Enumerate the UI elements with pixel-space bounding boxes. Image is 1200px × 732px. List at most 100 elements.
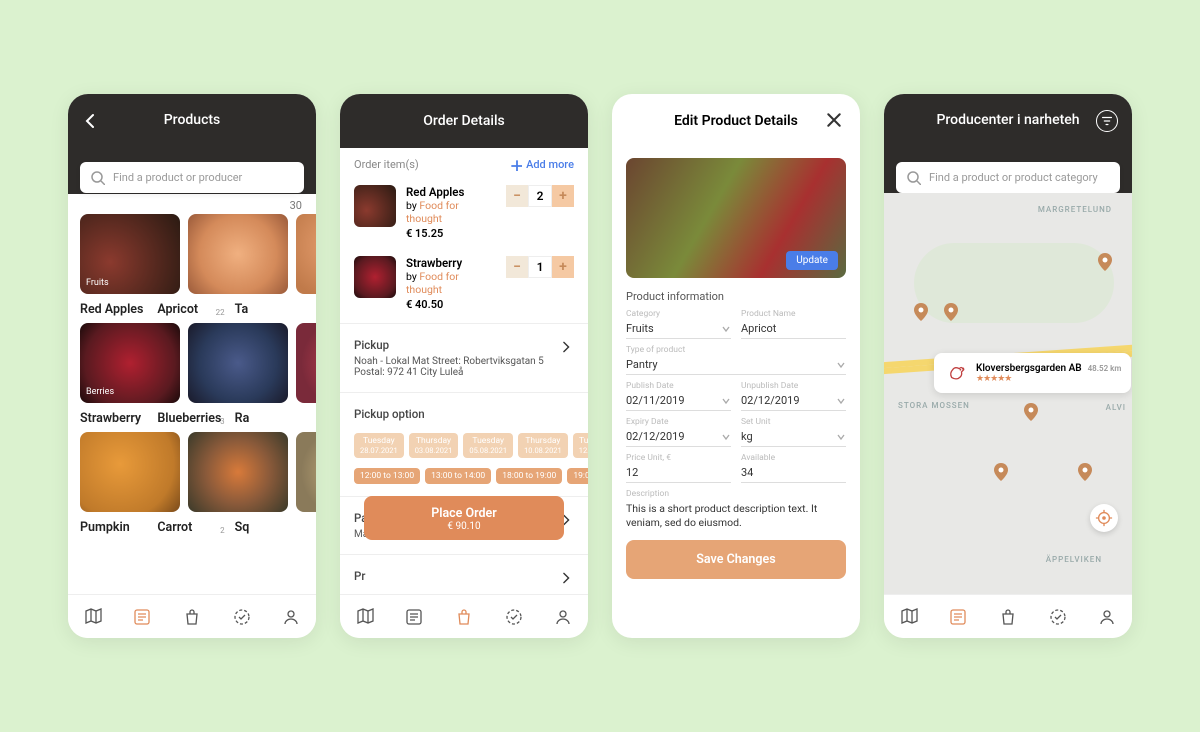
item-image bbox=[354, 185, 396, 227]
nav-bag-icon[interactable] bbox=[454, 607, 474, 627]
result-count: 30 bbox=[68, 193, 316, 214]
map-pin[interactable] bbox=[1024, 403, 1038, 421]
place-order-button[interactable]: Place Order € 90.10 bbox=[364, 496, 564, 540]
area-label: STORA MOSSEN bbox=[898, 401, 970, 410]
product-card[interactable]: Berries bbox=[80, 323, 180, 403]
save-changes-button[interactable]: Save Changes bbox=[626, 540, 846, 579]
edit-content: Update Product information Category Frui… bbox=[612, 148, 860, 638]
publish-date-field[interactable]: Publish Date 02/11/2019 bbox=[626, 381, 731, 411]
product-card[interactable] bbox=[188, 432, 288, 512]
map-pin[interactable] bbox=[944, 303, 958, 321]
qty-plus[interactable]: + bbox=[552, 185, 574, 207]
time-chip[interactable]: 13:00 to 14:00 bbox=[425, 468, 491, 484]
qty-value: 2 bbox=[528, 185, 552, 207]
time-chips: 12:00 to 13:00 13:00 to 14:00 18:00 to 1… bbox=[340, 464, 588, 488]
product-card[interactable] bbox=[296, 323, 316, 403]
back-button[interactable] bbox=[82, 112, 100, 130]
plus-icon bbox=[510, 159, 522, 171]
search-bar[interactable]: Find a product or producer bbox=[80, 162, 304, 193]
nav-map-icon[interactable] bbox=[355, 607, 375, 627]
pickup-section[interactable]: Pickup Noah - Lokal Mat Street: Robertvi… bbox=[340, 328, 588, 388]
map-pin[interactable] bbox=[1098, 253, 1112, 271]
screen-edit-product: Edit Product Details Update Product info… bbox=[612, 94, 860, 638]
date-chip[interactable]: Tuesday28.07.2021 bbox=[354, 433, 404, 458]
chevron-right-icon bbox=[560, 571, 574, 588]
unpublish-date-field[interactable]: Unpublish Date 02/12/2019 bbox=[741, 381, 846, 411]
nav-badge-icon[interactable] bbox=[232, 607, 252, 627]
quantity-stepper: − 1 + bbox=[506, 256, 574, 278]
qty-plus[interactable]: + bbox=[552, 256, 574, 278]
chevron-down-icon bbox=[721, 432, 731, 442]
nav-user-icon[interactable] bbox=[1097, 607, 1117, 627]
qty-minus[interactable]: − bbox=[506, 185, 528, 207]
area-label: ÄPPELVIKEN bbox=[1046, 555, 1102, 564]
category-field[interactable]: Category Fruits bbox=[626, 309, 731, 339]
expiry-date-field[interactable]: Expiry Date 02/12/2019 bbox=[626, 417, 731, 447]
product-label: Sq bbox=[235, 520, 304, 535]
update-button[interactable]: Update bbox=[786, 251, 838, 270]
map-pin[interactable] bbox=[994, 463, 1008, 481]
chevron-right-icon bbox=[560, 340, 574, 357]
product-card[interactable]: Fruits bbox=[80, 214, 180, 294]
order-items-label: Order item(s) bbox=[354, 158, 419, 171]
item-price: € 15.25 bbox=[406, 227, 496, 240]
order-item: Red Apples by Food for thought € 15.25 −… bbox=[340, 177, 588, 248]
search-bar[interactable]: Find a product or product category bbox=[896, 162, 1120, 193]
producer-card[interactable]: Kloversbergsgarden AB48.52 km ★★★★★ bbox=[934, 353, 1131, 393]
date-chips: Tuesday28.07.2021 Thursday03.08.2021 Tue… bbox=[340, 429, 588, 462]
producer-distance: 48.52 km bbox=[1088, 364, 1122, 373]
nav-badge-icon[interactable] bbox=[1048, 607, 1068, 627]
product-card[interactable] bbox=[188, 323, 288, 403]
type-field[interactable]: Type of product Pantry bbox=[626, 345, 846, 375]
product-label: Strawberry bbox=[80, 411, 149, 426]
add-more-button[interactable]: Add more bbox=[510, 158, 574, 171]
product-card[interactable] bbox=[188, 214, 288, 294]
map-pin[interactable] bbox=[1078, 463, 1092, 481]
rating-stars: ★★★★★ bbox=[976, 374, 1121, 384]
page-title: Products bbox=[164, 112, 221, 128]
name-field[interactable]: Product Name Apricot bbox=[741, 309, 846, 339]
nav-badge-icon[interactable] bbox=[504, 607, 524, 627]
available-field[interactable]: Available 34 bbox=[741, 453, 846, 483]
close-button[interactable] bbox=[826, 112, 842, 128]
time-chip[interactable]: 18:00 to 19:00 bbox=[496, 468, 562, 484]
nav-map-icon[interactable] bbox=[899, 607, 919, 627]
nav-list-icon[interactable] bbox=[132, 607, 152, 627]
date-chip[interactable]: Thursday10.08.2021 bbox=[518, 433, 568, 458]
product-card[interactable] bbox=[296, 432, 316, 512]
pickup-option-label: Pickup option bbox=[354, 407, 574, 421]
map-pin[interactable] bbox=[914, 303, 928, 321]
date-chip[interactable]: Thursday03.08.2021 bbox=[409, 433, 459, 458]
search-placeholder: Find a product or product category bbox=[929, 171, 1098, 184]
chevron-down-icon bbox=[836, 360, 846, 370]
time-chip[interactable]: 12:00 to 13:00 bbox=[354, 468, 420, 484]
filter-button[interactable] bbox=[1096, 110, 1118, 132]
date-chip[interactable]: Tues12.08 bbox=[573, 433, 588, 458]
nav-user-icon[interactable] bbox=[281, 607, 301, 627]
locate-button[interactable] bbox=[1090, 504, 1118, 532]
product-card[interactable] bbox=[80, 432, 180, 512]
nav-map-icon[interactable] bbox=[83, 607, 103, 627]
description-text[interactable]: This is a short product description text… bbox=[612, 502, 860, 530]
description-label: Description bbox=[626, 489, 846, 499]
promo-section[interactable]: Pr bbox=[340, 559, 588, 594]
nav-user-icon[interactable] bbox=[553, 607, 573, 627]
quantity-stepper: − 2 + bbox=[506, 185, 574, 207]
nav-bag-icon[interactable] bbox=[182, 607, 202, 627]
chevron-down-icon bbox=[721, 324, 731, 334]
map[interactable]: MARGRETELUND STORA MOSSEN ALVI ÄPPELVIKE… bbox=[884, 193, 1132, 594]
product-card[interactable] bbox=[296, 214, 316, 294]
item-name: Strawberry bbox=[406, 256, 496, 270]
price-field[interactable]: Price Unit, € 12 bbox=[626, 453, 731, 483]
time-chip[interactable]: 19:0 bbox=[567, 468, 588, 484]
date-chip[interactable]: Tuesday05.08.2021 bbox=[463, 433, 513, 458]
nav-bag-icon[interactable] bbox=[998, 607, 1018, 627]
map-content[interactable]: MARGRETELUND STORA MOSSEN ALVI ÄPPELVIKE… bbox=[884, 193, 1132, 594]
item-producer: by Food for thought bbox=[406, 199, 496, 225]
nav-list-icon[interactable] bbox=[404, 607, 424, 627]
pickup-address: Noah - Lokal Mat Street: Robertviksgatan… bbox=[354, 356, 574, 378]
nav-list-icon[interactable] bbox=[948, 607, 968, 627]
item-image bbox=[354, 256, 396, 298]
unit-field[interactable]: Set Unit kg bbox=[741, 417, 846, 447]
qty-minus[interactable]: − bbox=[506, 256, 528, 278]
